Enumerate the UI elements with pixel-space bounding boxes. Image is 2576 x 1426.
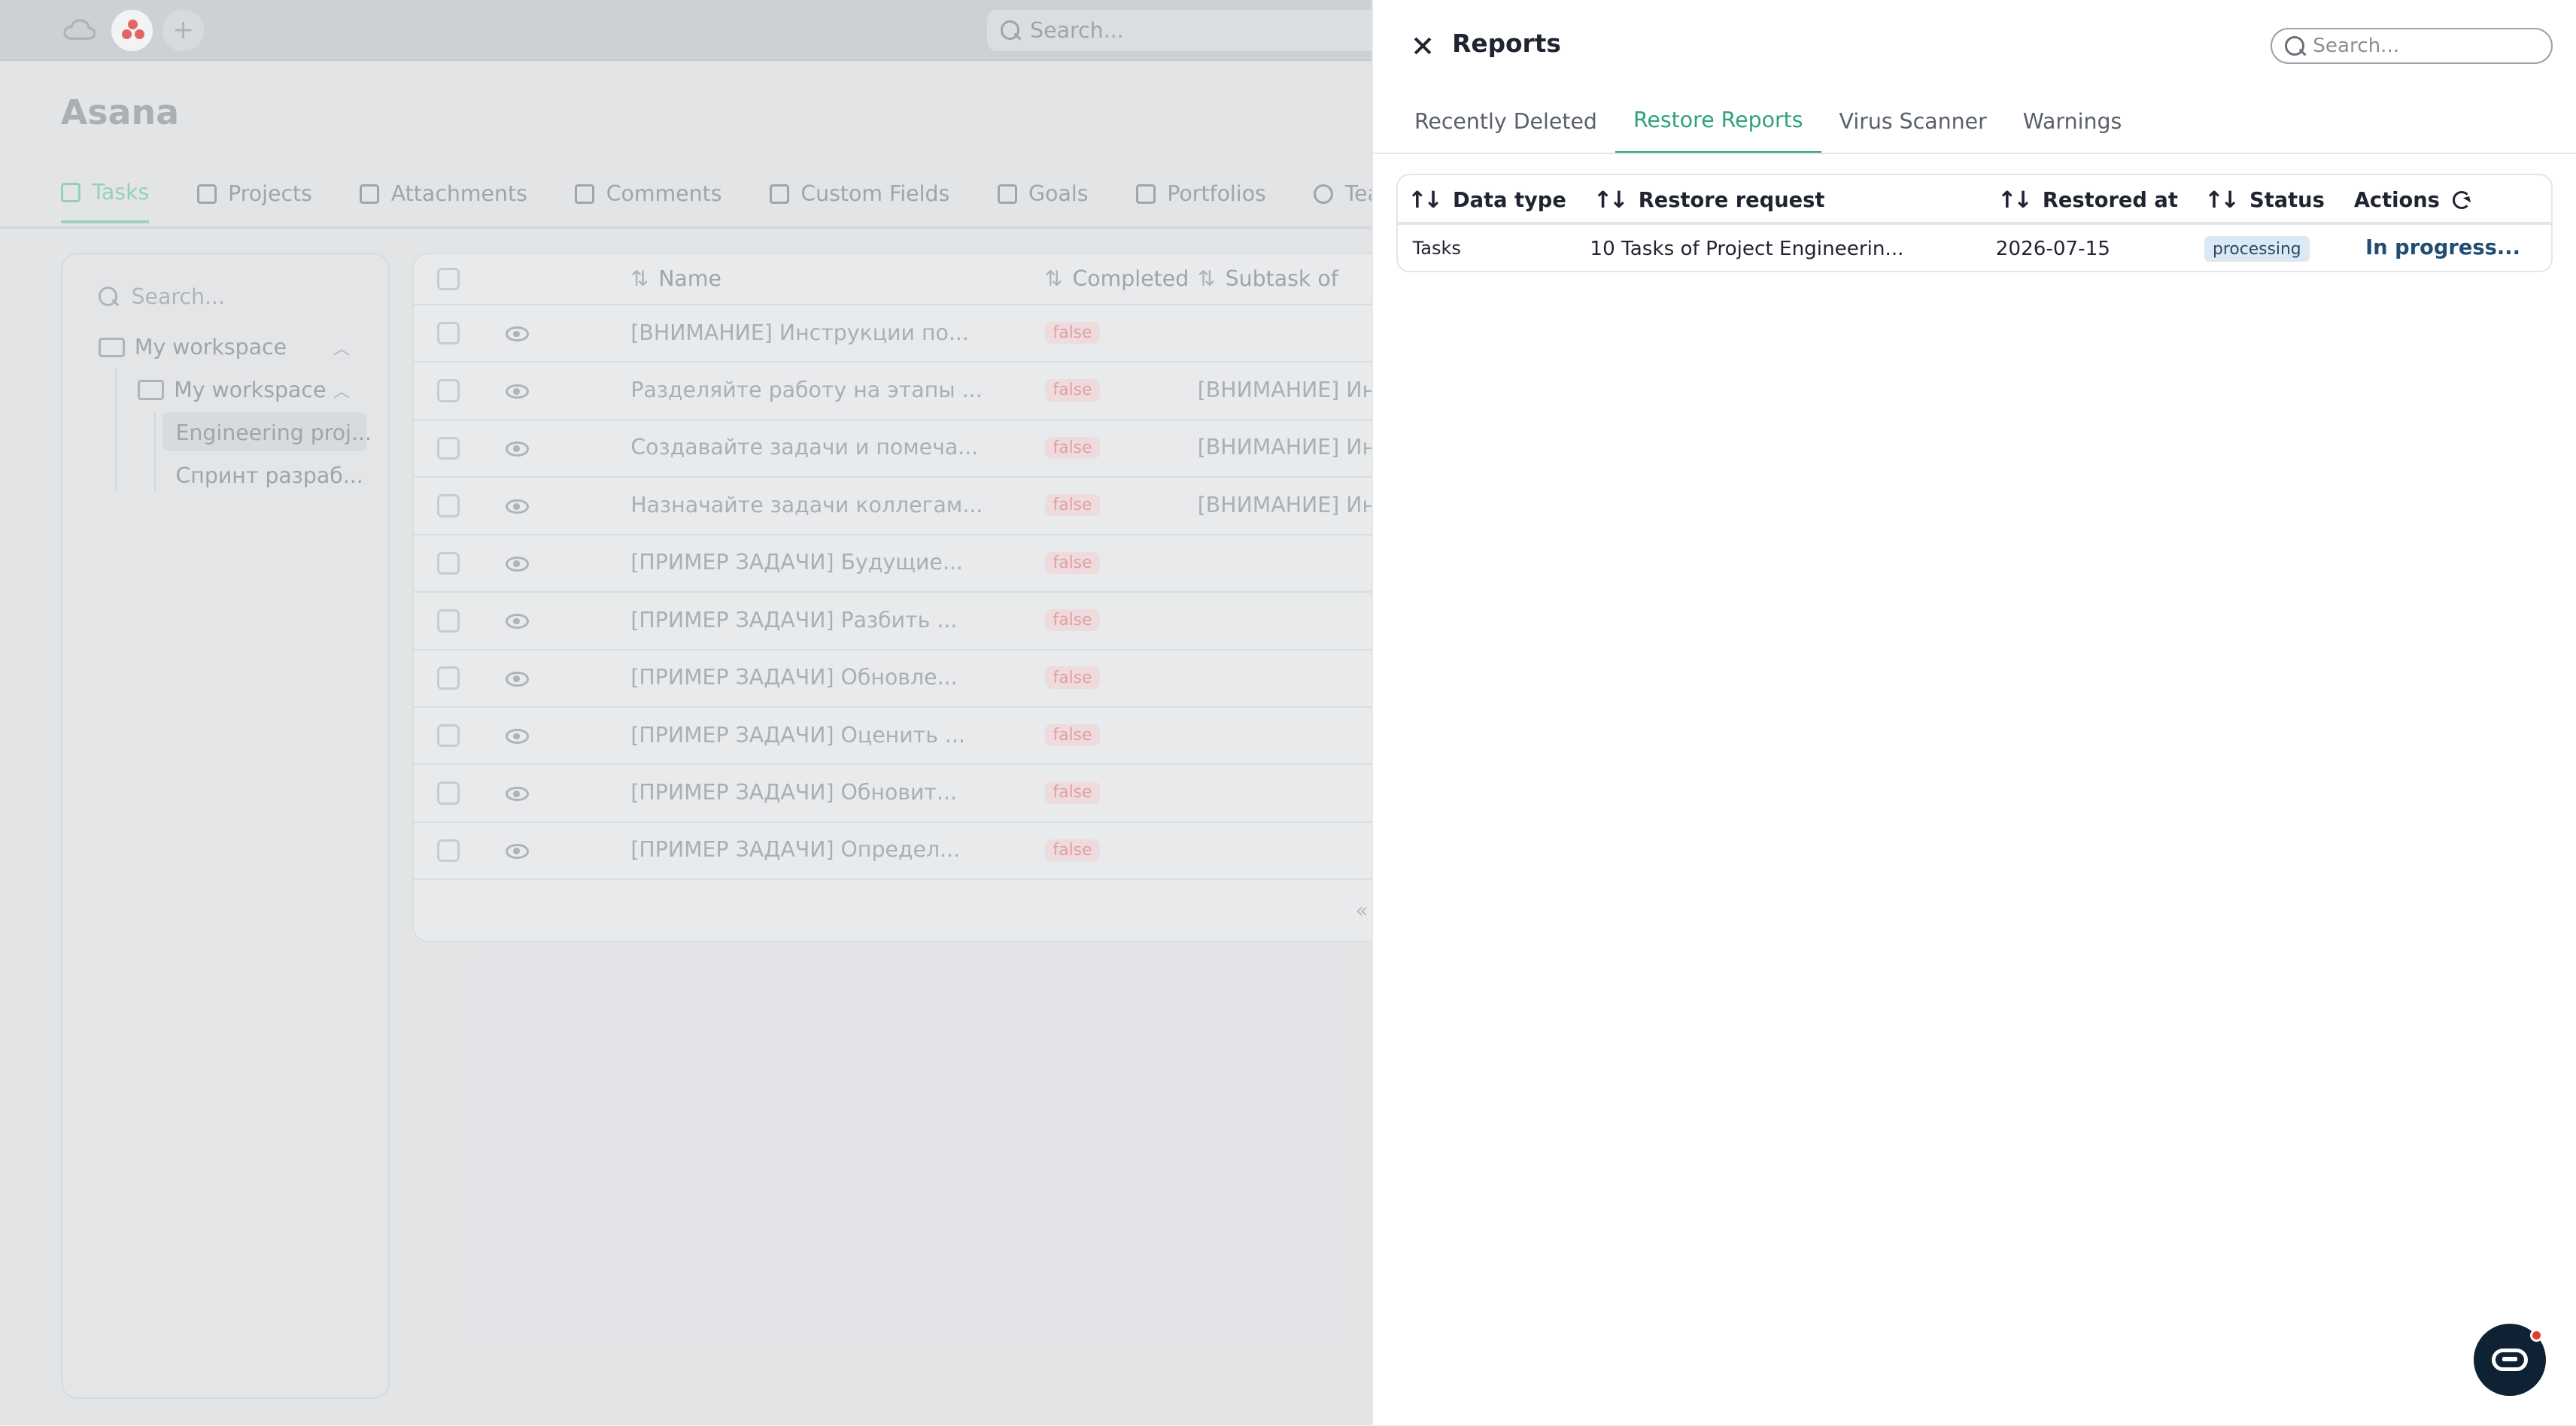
column-header-data-type: ↑↓ Data type <box>1408 187 1566 214</box>
column-label: Actions <box>2353 188 2440 212</box>
close-icon[interactable] <box>1406 29 1439 62</box>
cell-restore-request: 10 Tasks of Project Engineerin... <box>1590 238 1904 261</box>
search-icon <box>2285 36 2304 56</box>
status-badge: processing <box>2204 236 2310 262</box>
reports-search-input[interactable] <box>2313 35 2527 58</box>
tab-virus-scanner[interactable]: Virus Scanner <box>1821 89 2005 154</box>
column-label: Restore request <box>1638 188 1825 212</box>
table-row: Tasks 10 Tasks of Project Engineerin... … <box>1398 228 2551 271</box>
reports-tabs: Recently Deleted Restore Reports Virus S… <box>1396 89 2140 155</box>
column-label: Data type <box>1452 188 1566 212</box>
sort-icon[interactable]: ↑↓ <box>1408 187 1443 214</box>
column-header-restored-at: ↑↓ Restored at <box>1997 187 2178 214</box>
column-label: Restored at <box>2042 188 2178 212</box>
in-progress-link[interactable]: In progress... <box>2365 236 2520 259</box>
chat-icon <box>2492 1348 2529 1372</box>
tab-warnings[interactable]: Warnings <box>2005 89 2140 154</box>
notification-dot <box>2529 1328 2544 1343</box>
drawer-title: Reports <box>1452 29 1561 59</box>
tabs-divider <box>1373 153 2576 155</box>
cell-restored-at: 2026-07-15 <box>1995 238 2110 261</box>
modal-backdrop[interactable] <box>0 0 1372 1426</box>
column-header-status: ↑↓ Status <box>2204 187 2325 214</box>
refresh-icon[interactable] <box>2453 191 2471 210</box>
column-header-actions: Actions <box>2354 189 2471 212</box>
tab-restore-reports[interactable]: Restore Reports <box>1615 89 1821 155</box>
table-header: ↑↓ Data type ↑↓ Restore request ↑↓ Resto… <box>1397 175 2552 225</box>
column-label: Status <box>2249 188 2325 212</box>
reports-search-field[interactable] <box>2270 28 2553 65</box>
column-header-restore-request: ↑↓ Restore request <box>1593 187 1825 214</box>
reports-drawer: Reports Recently Deleted Restore Reports… <box>1372 0 2576 1426</box>
sort-icon[interactable]: ↑↓ <box>2204 187 2240 214</box>
sort-icon[interactable]: ↑↓ <box>1997 187 2033 214</box>
sort-icon[interactable]: ↑↓ <box>1593 187 1629 214</box>
cell-data-type: Tasks <box>1412 238 1461 259</box>
tab-recently-deleted[interactable]: Recently Deleted <box>1396 89 1615 154</box>
restore-reports-table: ↑↓ Data type ↑↓ Restore request ↑↓ Resto… <box>1396 174 2553 273</box>
